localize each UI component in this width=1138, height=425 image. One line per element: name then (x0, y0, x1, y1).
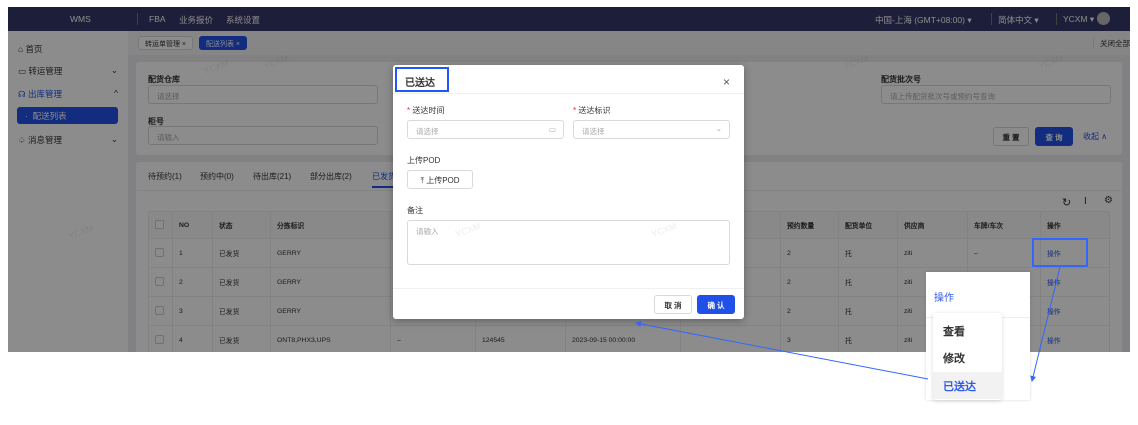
arrow-to-dialog (635, 320, 929, 380)
arrow-to-menu (1030, 266, 1061, 382)
annotation-arrows (635, 266, 1061, 382)
